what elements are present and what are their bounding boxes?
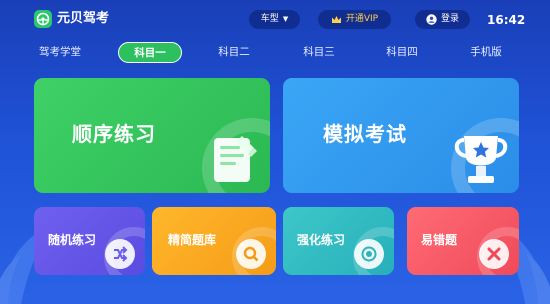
top-bar: 元贝驾考 车型 ▼ 开通VIP 登录 16:42 (0, 0, 550, 38)
user-icon (426, 14, 437, 25)
intensive-practice-label: 强化练习 (297, 233, 346, 247)
open-vip-label: 开通VIP (345, 14, 379, 24)
sequential-practice-card[interactable]: 顺序练习 (34, 78, 270, 193)
mock-exam-card[interactable]: 模拟考试 (283, 78, 519, 193)
intensive-practice-card[interactable]: 强化练习 (283, 207, 394, 275)
tab-subject-one[interactable]: 科目一 (118, 42, 182, 63)
car-type-label: 车型 (260, 14, 279, 24)
magnifier-icon (236, 239, 266, 269)
shuffle-icon (105, 239, 135, 269)
error-prone-questions-label: 易错题 (421, 233, 458, 247)
tab-driving-school[interactable]: 驾考学堂 (30, 42, 90, 63)
caret-down-icon: ▼ (282, 15, 289, 23)
simplified-question-bank-label: 精简题库 (168, 233, 217, 247)
tab-subject-three[interactable]: 科目三 (291, 42, 347, 63)
open-vip-button[interactable]: 开通VIP (318, 10, 391, 29)
login-label: 登录 (440, 14, 459, 24)
app-logo-icon (34, 10, 52, 28)
random-practice-card[interactable]: 随机练习 (34, 207, 145, 275)
sequential-practice-label: 顺序练习 (72, 122, 156, 146)
car-type-selector[interactable]: 车型 ▼ (249, 10, 300, 29)
tab-subject-two[interactable]: 科目二 (206, 42, 262, 63)
target-icon (354, 239, 384, 269)
mock-exam-label: 模拟考试 (323, 122, 407, 146)
crown-icon (331, 16, 341, 23)
tab-subject-four[interactable]: 科目四 (374, 42, 430, 63)
tab-mobile-version[interactable]: 手机版 (458, 42, 514, 63)
subject-tabs: 驾考学堂 科目一 科目二 科目三 科目四 手机版 (0, 42, 550, 64)
notebook-pencil-icon (214, 136, 257, 182)
clock: 16:42 (487, 13, 526, 27)
trophy-icon (454, 136, 508, 183)
login-button[interactable]: 登录 (415, 10, 470, 29)
error-prone-questions-card[interactable]: 易错题 (407, 207, 519, 275)
app-title: 元贝驾考 (57, 11, 110, 26)
cross-mark-icon (479, 239, 509, 269)
random-practice-label: 随机练习 (48, 233, 97, 247)
simplified-question-bank-card[interactable]: 精简题库 (152, 207, 276, 275)
